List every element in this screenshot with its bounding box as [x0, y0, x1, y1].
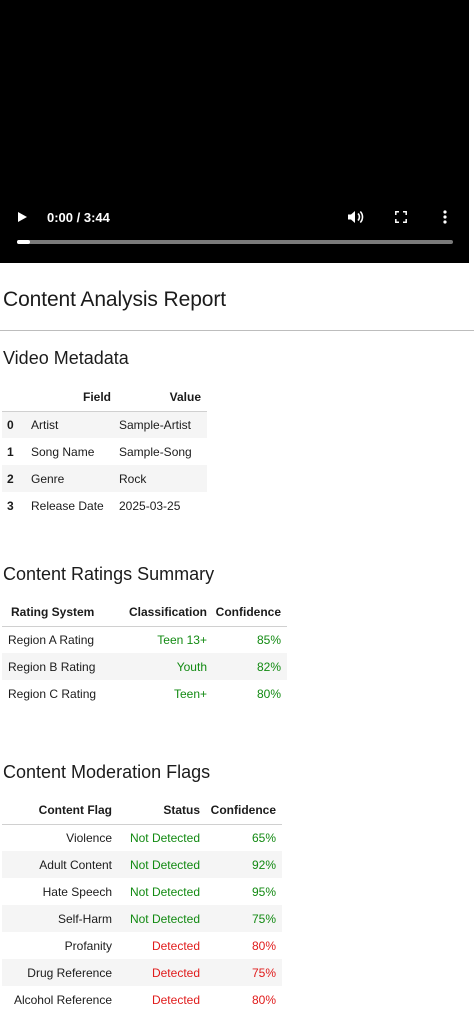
table-cell: 80%	[251, 938, 276, 953]
table-row: Self-Harm Not Detected 75%	[2, 905, 282, 932]
table-cell: 75%	[251, 911, 276, 926]
table-cell: Detected	[151, 992, 200, 1007]
table-cell: Self-Harm	[57, 911, 112, 926]
table-cell: Detected	[151, 965, 200, 980]
column-header-field: Field	[31, 384, 119, 412]
table-row: Drug Reference Detected 75%	[2, 959, 282, 986]
table-cell: Not Detected	[129, 911, 200, 926]
video-progress-bar[interactable]	[17, 240, 453, 244]
table-row: 1 Song Name Sample-Song	[2, 438, 207, 465]
play-icon[interactable]	[18, 212, 27, 222]
table-cell: 75%	[251, 965, 276, 980]
ratings-heading: Content Ratings Summary	[3, 564, 215, 584]
column-header-confidence: Confidence	[209, 599, 287, 627]
table-row: Hate Speech Not Detected 95%	[2, 878, 282, 905]
fullscreen-icon[interactable]	[395, 211, 407, 223]
table-cell: Not Detected	[129, 830, 200, 845]
table-cell: Profanity	[64, 938, 112, 953]
table-cell: Alcohol Reference	[13, 992, 112, 1007]
column-header-status: Status	[120, 797, 204, 825]
table-cell: Rock	[119, 471, 147, 486]
table-cell: Teen+	[173, 686, 207, 701]
ratings-table: Rating System Classification Confidence …	[2, 599, 287, 707]
table-cell: Song Name	[31, 444, 95, 459]
video-controls: 0:00 / 3:44	[0, 203, 469, 251]
moderation-flags-table: Content Flag Status Confidence Violence N…	[2, 797, 282, 1013]
table-cell: 95%	[251, 884, 276, 899]
table-cell: Artist	[31, 417, 59, 432]
table-cell: Genre	[31, 471, 65, 486]
table-cell: Not Detected	[129, 857, 200, 872]
table-cell: 65%	[251, 830, 276, 845]
table-cell: 82%	[256, 659, 281, 674]
table-cell: Hate Speech	[42, 884, 112, 899]
table-row: Region B Rating Youth 82%	[2, 653, 287, 680]
column-header-confidence: Confidence	[204, 797, 282, 825]
table-cell: Region A Rating	[8, 632, 95, 647]
table-row: Alcohol Reference Detected 80%	[2, 986, 282, 1013]
table-row: Region C Rating Teen+ 80%	[2, 680, 287, 707]
table-cell: 80%	[251, 992, 276, 1007]
table-header-row: Rating System Classification Confidence	[2, 599, 287, 627]
table-cell: 2	[7, 471, 14, 486]
title-divider	[0, 330, 474, 331]
column-header-content-flag: Content Flag	[2, 797, 120, 825]
table-row: Violence Not Detected 65%	[2, 824, 282, 851]
volume-icon[interactable]	[347, 209, 365, 225]
video-time: 0:00 / 3:44	[47, 210, 110, 225]
table-cell: Youth	[176, 659, 207, 674]
table-cell: Region B Rating	[8, 659, 96, 674]
metadata-heading: Video Metadata	[3, 348, 129, 368]
table-cell: Sample-Song	[119, 444, 192, 459]
table-cell: Adult Content	[39, 857, 112, 872]
table-cell: Drug Reference	[27, 965, 112, 980]
column-header-index	[2, 384, 31, 412]
video-progress-fill	[17, 240, 31, 244]
table-cell: Teen 13+	[157, 632, 207, 647]
table-row: 2 Genre Rock	[2, 465, 207, 492]
table-row: 3 Release Date 2025-03-25	[2, 492, 207, 519]
table-header-row: Field Value	[2, 384, 207, 412]
column-header-classification: Classification	[111, 599, 209, 627]
column-header-rating-system: Rating System	[2, 599, 111, 627]
table-cell: 0	[7, 417, 14, 432]
table-row: 0 Artist Sample-Artist	[2, 411, 207, 438]
table-cell: 92%	[251, 857, 276, 872]
table-row: Profanity Detected 80%	[2, 932, 282, 959]
table-row: Adult Content Not Detected 92%	[2, 851, 282, 878]
table-cell: 1	[7, 444, 14, 459]
more-options-icon[interactable]	[441, 210, 449, 224]
table-cell: Sample-Artist	[119, 417, 192, 432]
video-player[interactable]: 0:00 / 3:44	[0, 0, 469, 263]
table-header-row: Content Flag Status Confidence	[2, 797, 282, 825]
table-cell: 80%	[256, 686, 281, 701]
table-cell: Not Detected	[129, 884, 200, 899]
table-cell: Release Date	[31, 498, 104, 513]
table-cell: 3	[7, 498, 14, 513]
table-cell: Detected	[151, 938, 200, 953]
table-row: Region A Rating Teen 13+ 85%	[2, 626, 287, 653]
table-cell: Region C Rating	[8, 686, 97, 701]
table-cell: Violence	[66, 830, 112, 845]
table-cell: 85%	[256, 632, 281, 647]
metadata-table: Field Value 0 Artist Sample-Artist 1 Song Na…	[2, 384, 207, 519]
flags-heading: Content Moderation Flags	[3, 762, 211, 782]
table-cell: 2025-03-25	[119, 498, 181, 513]
column-header-value: Value	[119, 384, 207, 412]
page-title: Content Analysis Report	[3, 288, 226, 311]
